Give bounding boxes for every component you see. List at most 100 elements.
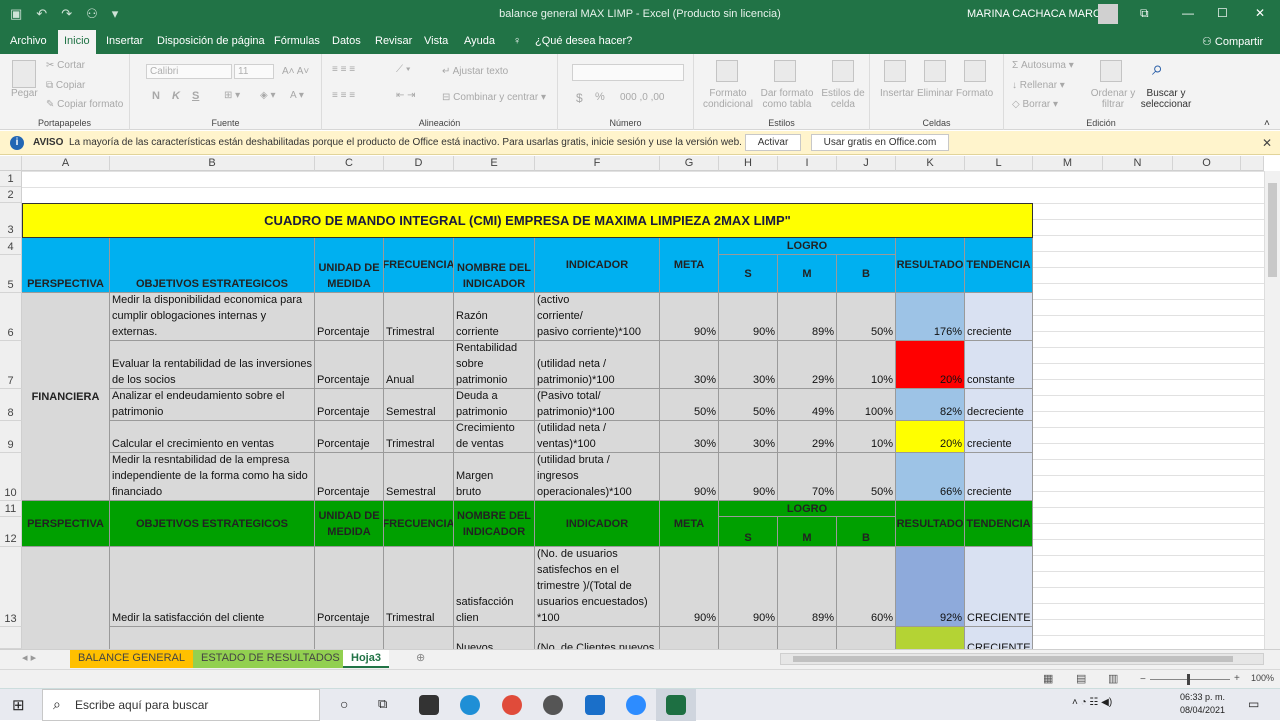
fin-row-3-unidad[interactable]: Porcentaje (315, 389, 384, 421)
format-painter-button[interactable]: ✎ Copiar formato (46, 99, 123, 110)
fin-row-5-b[interactable]: 50% (837, 453, 896, 501)
zoom-level[interactable]: 100% (1251, 673, 1274, 683)
fin-row-4-tendencia[interactable]: creciente (965, 421, 1033, 453)
header-s[interactable]: S (719, 255, 778, 293)
cli-row-2-tendencia[interactable]: CRECIENTE (965, 627, 1033, 649)
fin-row-2-s[interactable]: 30% (719, 341, 778, 389)
tab-revisar[interactable]: Revisar (375, 35, 412, 47)
format-cells-icon[interactable] (964, 60, 986, 82)
fill-button[interactable]: ↓ Rellenar ▾ (1012, 80, 1065, 91)
font-name-select[interactable]: Calibri (146, 64, 232, 79)
row-header-3[interactable]: 3 (0, 203, 22, 238)
cli-row-2-s[interactable] (719, 627, 778, 649)
header-nombre-2[interactable]: NOMBRE DEL INDICADOR (454, 501, 535, 547)
delete-button[interactable]: Eliminar (917, 88, 953, 99)
format-button[interactable]: Formato (956, 88, 993, 99)
fin-row-4-m[interactable]: 29% (778, 421, 837, 453)
grow-font-icon[interactable]: A˄ A˅ (282, 66, 309, 77)
fin-row-1-m[interactable]: 89% (778, 293, 837, 341)
select-all-corner[interactable] (0, 156, 22, 171)
fin-row-5-tendencia[interactable]: creciente (965, 453, 1033, 501)
cli-row-1-tendencia[interactable]: CRECIENTE (965, 547, 1033, 627)
column-header-j[interactable]: J (837, 156, 896, 171)
fin-row-1-b[interactable]: 50% (837, 293, 896, 341)
sheet-title[interactable]: CUADRO DE MANDO INTEGRAL (CMI) EMPRESA D… (22, 203, 1033, 238)
fin-row-3-m[interactable]: 49% (778, 389, 837, 421)
sheet-tab-balance[interactable]: BALANCE GENERAL (70, 650, 193, 668)
header-tendencia[interactable]: TENDENCIA (965, 238, 1033, 293)
avatar[interactable] (1098, 4, 1118, 24)
fin-row-4-nombre[interactable]: Crecimiento de ventas (454, 421, 535, 453)
excel-taskbar-item[interactable] (656, 689, 696, 721)
header-m[interactable]: M (778, 255, 837, 293)
header-indicador[interactable]: INDICADOR (535, 238, 660, 293)
tab-archivo[interactable]: Archivo (10, 35, 47, 47)
merge-center-button[interactable]: ⊟ Combinar y centrar ▾ (442, 92, 546, 103)
orientation-icon[interactable]: ⟋ ▾ (396, 64, 411, 75)
cli-row-1-resultado[interactable]: 92% (896, 547, 965, 627)
paste-button[interactable]: Pegar (11, 88, 38, 99)
column-header-g[interactable]: G (660, 156, 719, 171)
copy-button[interactable]: ⧉ Copiar (46, 80, 85, 91)
column-header-a[interactable]: A (22, 156, 110, 171)
cli-row-2-obj[interactable] (110, 627, 315, 649)
percent-button[interactable]: % (595, 91, 605, 103)
tab-disposicion[interactable]: Disposición de página (157, 35, 265, 47)
fin-row-5-resultado[interactable]: 66% (896, 453, 965, 501)
column-header-b[interactable]: B (110, 156, 315, 171)
cli-row-1-indicador[interactable]: (No. de usuarios satisfechos en el trime… (535, 547, 660, 627)
header-objetivos[interactable]: OBJETIVOS ESTRATEGICOS (110, 238, 315, 293)
windows-start-icon[interactable]: ⊞ (12, 696, 25, 714)
tab-ayuda[interactable]: Ayuda (464, 35, 495, 47)
fin-row-3-indicador[interactable]: (Pasivo total/ patrimonio)*100 (535, 389, 660, 421)
column-header-l[interactable]: L (965, 156, 1033, 171)
number-format-select[interactable] (572, 64, 684, 81)
fin-row-2-frecuencia[interactable]: Anual (384, 341, 454, 389)
conditional-format-icon[interactable] (716, 60, 738, 82)
fin-row-2-meta[interactable]: 30% (660, 341, 719, 389)
header-s-2[interactable]: S (719, 517, 778, 547)
italic-button[interactable]: K (172, 90, 180, 102)
fin-row-3-nombre[interactable]: Deuda a patrimonio (454, 389, 535, 421)
font-color-icon[interactable]: A ▾ (290, 90, 304, 101)
borders-icon[interactable]: ⊞ ▾ (224, 90, 240, 101)
row-header-11[interactable]: 11 (0, 501, 22, 517)
fin-row-1-s[interactable]: 90% (719, 293, 778, 341)
cell-styles-icon[interactable] (832, 60, 854, 82)
tab-inicio[interactable]: Inicio (58, 30, 96, 54)
row-header-2[interactable]: 2 (0, 187, 22, 203)
cli-row-2-indicador[interactable]: (No. de Clientes nuevos (535, 627, 660, 649)
decimals-icon[interactable]: 000 ,0 ,00 (620, 92, 664, 103)
column-header-d[interactable]: D (384, 156, 454, 171)
fin-row-1-unidad[interactable]: Porcentaje (315, 293, 384, 341)
sheet-tab-hoja3[interactable]: Hoja3 (343, 650, 389, 668)
conditional-format-button[interactable]: Formato condicional (698, 88, 758, 110)
row-header-10[interactable]: 10 (0, 453, 22, 501)
fin-row-4-resultado[interactable]: 20% (896, 421, 965, 453)
cli-row-1-b[interactable]: 60% (837, 547, 896, 627)
row-header-1[interactable]: 1 (0, 171, 22, 187)
column-header-c[interactable]: C (315, 156, 384, 171)
fin-row-2-obj[interactable]: Evaluar la rentabilidad de las inversion… (110, 341, 315, 389)
header-unidad[interactable]: UNIDAD DE MEDIDA (315, 238, 384, 293)
header-resultado-2[interactable]: RESULTADO (896, 501, 965, 547)
row-header-4[interactable]: 4 (0, 238, 22, 255)
sort-filter-button[interactable]: Ordenar y filtrar (1088, 88, 1138, 110)
fin-row-2-indicador[interactable]: (utilidad neta / patrimonio)*100 (535, 341, 660, 389)
store-icon[interactable] (419, 695, 439, 715)
cut-button[interactable]: ✂ Cortar (46, 60, 85, 71)
cli-row-1-meta[interactable]: 90% (660, 547, 719, 627)
column-header-i[interactable]: I (778, 156, 837, 171)
format-table-icon[interactable] (774, 60, 796, 82)
autosum-button[interactable]: Σ Autosuma ▾ (1012, 60, 1074, 71)
column-header-k[interactable]: K (896, 156, 965, 171)
fin-row-1-resultado[interactable]: 176% (896, 293, 965, 341)
header-perspectiva[interactable]: PERSPECTIVA (22, 238, 110, 293)
column-header-m[interactable]: M (1033, 156, 1103, 171)
row-header-8[interactable]: 8 (0, 389, 22, 421)
align-left-icon[interactable]: ≡ ≡ ≡ (332, 90, 355, 101)
cli-row-2-m[interactable] (778, 627, 837, 649)
header-objetivos-2[interactable]: OBJETIVOS ESTRATEGICOS (110, 501, 315, 547)
sort-filter-icon[interactable] (1100, 60, 1122, 82)
cli-row-2-b[interactable] (837, 627, 896, 649)
